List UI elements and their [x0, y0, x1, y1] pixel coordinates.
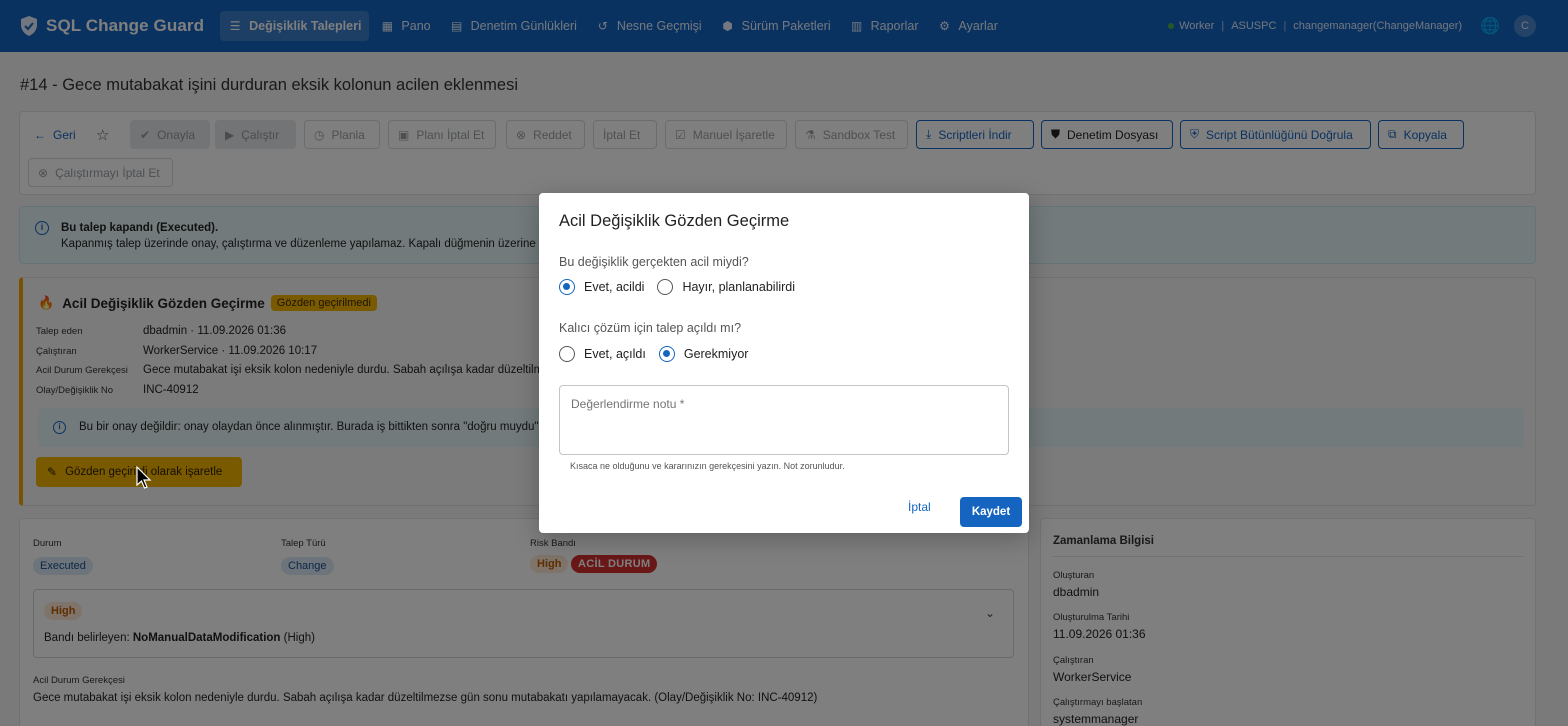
permanent-fix-radio-group: Evet, açıldı Gerekmiyor [559, 346, 761, 362]
option-label: Evet, acildi [584, 280, 645, 294]
cancel-button[interactable]: İptal [908, 500, 931, 514]
fix-no-option[interactable]: Gerekmiyor [658, 346, 749, 362]
option-label: Evet, açıldı [584, 347, 646, 361]
radio-checked[interactable] [658, 346, 675, 362]
question-permanent-fix: Kalıcı çözüm için talep açıldı mı? [559, 321, 742, 335]
urgent-radio-group: Evet, acildi Hayır, planlanabilirdi [559, 279, 808, 295]
note-helper-text: Kısaca ne olduğunu ve kararınızın gerekç… [570, 461, 845, 471]
dialog-title: Acil Değişiklik Gözden Geçirme [559, 212, 790, 230]
mouse-cursor-icon [136, 466, 152, 489]
radio-unchecked[interactable] [559, 346, 575, 362]
urgent-no-option[interactable]: Hayır, planlanabilirdi [657, 279, 795, 295]
question-urgent: Bu değişiklik gerçekten acil miydi? [559, 255, 749, 269]
radio-checked[interactable] [559, 279, 575, 295]
option-label: Hayır, planlanabilirdi [682, 280, 796, 294]
radio-unchecked[interactable] [657, 279, 674, 295]
save-button[interactable]: Kaydet [960, 497, 1022, 527]
urgent-yes-option[interactable]: Evet, acildi [559, 279, 644, 295]
option-label: Gerekmiyor [683, 347, 749, 361]
review-note-input[interactable] [559, 385, 1009, 455]
emergency-review-dialog: Acil Değişiklik Gözden Geçirme Bu değişi… [539, 193, 1029, 533]
fix-yes-option[interactable]: Evet, açıldı [559, 346, 646, 362]
